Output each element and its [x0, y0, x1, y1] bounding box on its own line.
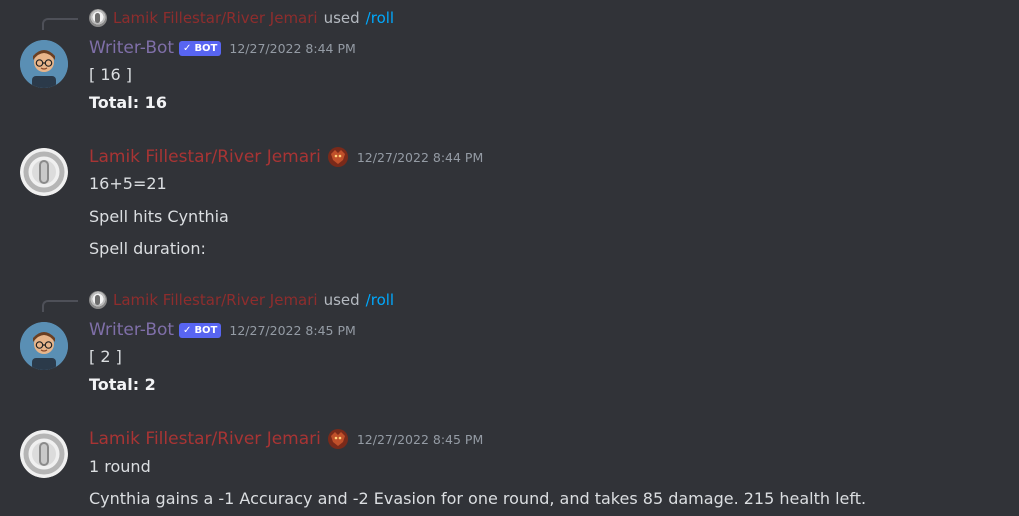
command-user-avatar[interactable] [89, 291, 107, 309]
bot-badge-label: BOT [194, 42, 218, 54]
message-header: Lamik Fillestar/River Jemari 12/27/2022 … [89, 427, 483, 451]
writer-bot-avatar[interactable] [20, 322, 68, 370]
reply-spine [42, 300, 78, 312]
message-line: 1 round [89, 457, 151, 476]
command-user-name[interactable]: Lamik Fillestar/River Jemari [113, 9, 318, 27]
message-line-total: Total: 2 [89, 375, 156, 394]
reply-spine [42, 18, 78, 30]
silver-ring-avatar-icon [20, 148, 68, 196]
user-avatar[interactable] [20, 430, 68, 478]
message-timestamp[interactable]: 12/27/2022 8:45 PM [229, 323, 355, 338]
author-name[interactable]: Lamik Fillestar/River Jemari [89, 147, 321, 167]
author-name[interactable]: Writer-Bot [89, 38, 174, 58]
message-timestamp[interactable]: 12/27/2022 8:44 PM [229, 41, 355, 56]
writer-bot-avatar[interactable] [20, 40, 68, 88]
message-header: Lamik Fillestar/River Jemari 12/27/2022 … [89, 145, 483, 169]
command-user-avatar[interactable] [89, 9, 107, 27]
author-name[interactable]: Writer-Bot [89, 320, 174, 340]
bot-badge-label: BOT [194, 324, 218, 336]
command-invocation: Lamik Fillestar/River Jemari used /roll [89, 290, 394, 310]
checkmark-icon: ✓ [183, 42, 192, 54]
user-avatar[interactable] [20, 148, 68, 196]
writer-bot-avatar-icon [20, 40, 68, 88]
command-name-link[interactable]: /roll [366, 291, 394, 309]
command-invocation: Lamik Fillestar/River Jemari used /roll [89, 8, 394, 28]
message-line-total: Total: 16 [89, 93, 167, 112]
checkmark-icon: ✓ [183, 324, 192, 336]
message-line: 16+5=21 [89, 174, 167, 193]
message-line: [ 2 ] [89, 347, 122, 366]
command-used-label: used [323, 291, 360, 309]
message-line: Spell duration: [89, 239, 206, 258]
command-user-name[interactable]: Lamik Fillestar/River Jemari [113, 291, 318, 309]
bot-badge: ✓ BOT [179, 322, 222, 338]
message-timestamp[interactable]: 12/27/2022 8:44 PM [357, 150, 483, 165]
writer-bot-avatar-icon [20, 322, 68, 370]
red-dragon-role-icon[interactable] [327, 146, 349, 168]
red-dragon-role-icon[interactable] [327, 428, 349, 450]
command-name-link[interactable]: /roll [366, 9, 394, 27]
author-name[interactable]: Lamik Fillestar/River Jemari [89, 429, 321, 449]
message-line: [ 16 ] [89, 65, 133, 84]
bot-badge: ✓ BOT [179, 40, 222, 56]
command-used-label: used [323, 9, 360, 27]
silver-ring-avatar-icon [20, 430, 68, 478]
message-line: Spell hits Cynthia [89, 207, 229, 226]
message-timestamp[interactable]: 12/27/2022 8:45 PM [357, 432, 483, 447]
message-line: Cynthia gains a -1 Accuracy and -2 Evasi… [89, 489, 867, 508]
message-header: Writer-Bot ✓ BOT 12/27/2022 8:44 PM [89, 36, 356, 60]
message-header: Writer-Bot ✓ BOT 12/27/2022 8:45 PM [89, 318, 356, 342]
